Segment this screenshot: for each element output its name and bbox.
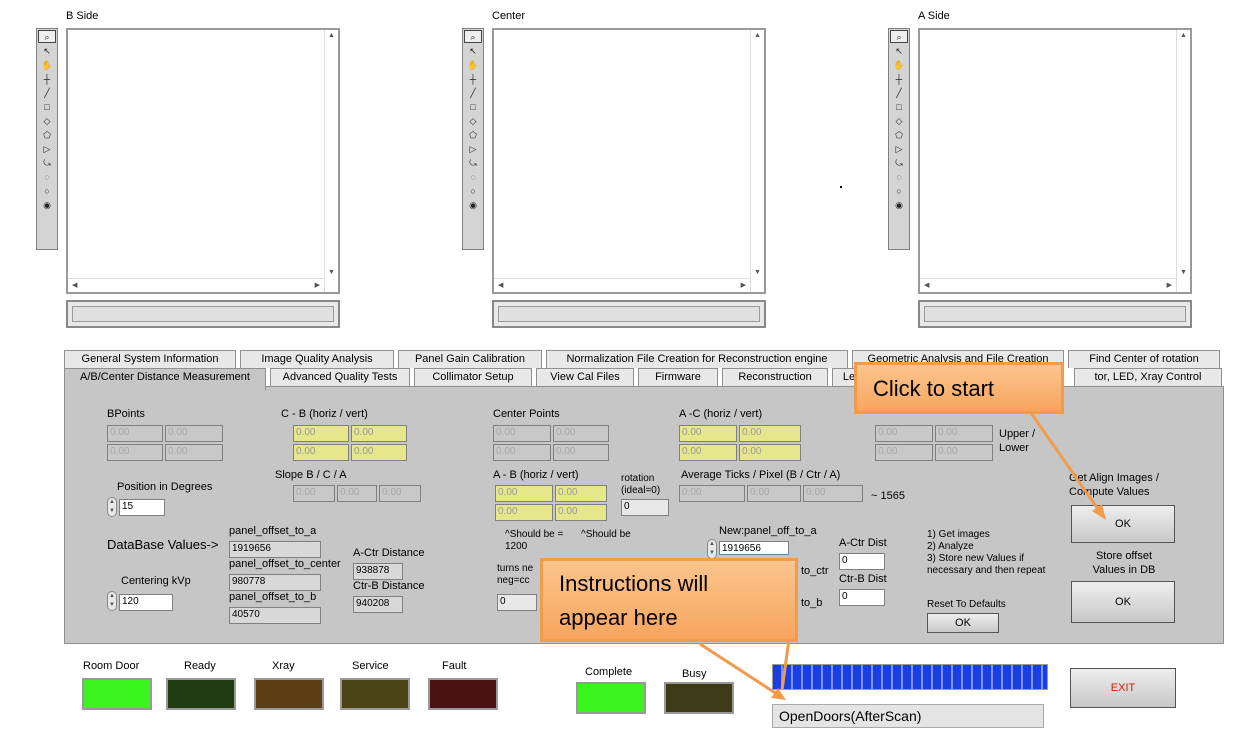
click-to-start-callout: Click to start <box>854 362 1064 414</box>
instructions-callout: Instructions will appear here <box>540 558 798 642</box>
